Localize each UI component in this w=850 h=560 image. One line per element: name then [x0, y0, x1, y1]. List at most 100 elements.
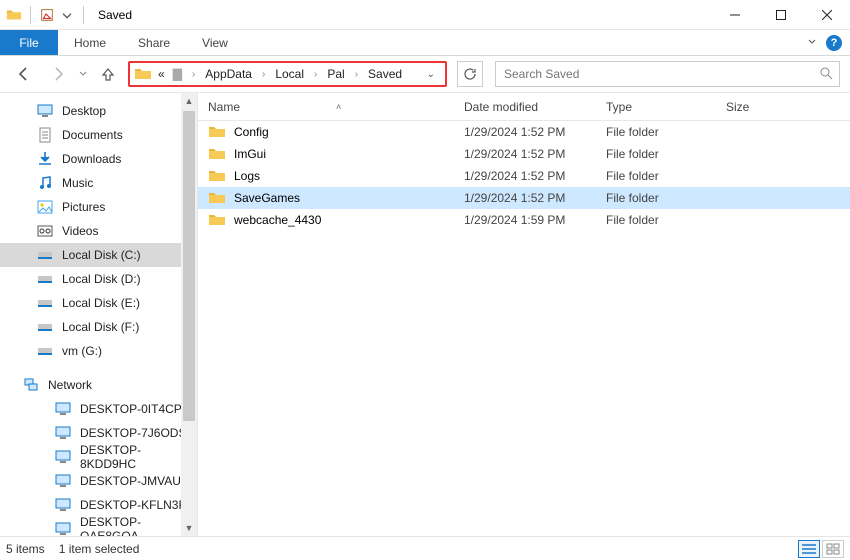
sidebar-item-network[interactable]: Network — [0, 373, 197, 397]
sidebar-item-label: Desktop — [62, 104, 106, 118]
sidebar-item[interactable]: DESKTOP-JMVAU93 — [0, 469, 197, 493]
file-tab[interactable]: File — [0, 30, 58, 55]
table-row[interactable]: webcache_44301/29/2024 1:59 PMFile folde… — [198, 209, 850, 231]
breadcrumb[interactable]: Saved — [366, 67, 404, 81]
sidebar-item-label: Network — [48, 378, 92, 392]
up-button[interactable] — [94, 60, 122, 88]
breadcrumb-ellipsis[interactable]: « — [156, 67, 167, 81]
table-row[interactable]: Logs1/29/2024 1:52 PMFile folder — [198, 165, 850, 187]
column-size[interactable]: Size — [726, 100, 850, 114]
status-count: 5 items — [6, 542, 45, 556]
monitor-icon — [36, 102, 54, 120]
sidebar-item[interactable]: Downloads — [0, 147, 197, 171]
column-date[interactable]: Date modified — [464, 100, 606, 114]
column-name[interactable]: Name ˄ — [198, 100, 464, 114]
table-row[interactable]: SaveGames 1/29/2024 1:52 PMFile folder — [198, 187, 850, 209]
file-name: SaveGames — [234, 191, 300, 205]
sidebar-item[interactable]: Music — [0, 171, 197, 195]
close-button[interactable] — [804, 0, 850, 30]
sidebar-item[interactable]: Desktop — [0, 99, 197, 123]
drive-icon — [36, 270, 54, 288]
breadcrumb[interactable]: AppData — [203, 67, 254, 81]
forward-button[interactable] — [44, 60, 72, 88]
sidebar-item[interactable]: Documents — [0, 123, 197, 147]
sidebar-item[interactable]: vm (G:) — [0, 339, 197, 363]
details-view-button[interactable] — [798, 540, 820, 558]
tab-view[interactable]: View — [186, 30, 244, 55]
back-button[interactable] — [10, 60, 38, 88]
file-type: File folder — [606, 169, 726, 183]
tab-share[interactable]: Share — [122, 30, 186, 55]
sidebar-item[interactable]: Local Disk (C:) — [0, 243, 197, 267]
pc-icon — [54, 424, 72, 442]
sidebar-item[interactable]: DESKTOP-7J6ODSN — [0, 421, 197, 445]
ribbon-chevron-icon[interactable] — [806, 35, 818, 50]
file-list[interactable]: Config1/29/2024 1:52 PMFile folderImGui1… — [198, 121, 850, 536]
pc-icon — [54, 472, 72, 490]
file-date: 1/29/2024 1:52 PM — [464, 125, 606, 139]
sidebar-item[interactable]: Pictures — [0, 195, 197, 219]
breadcrumb[interactable]: Pal — [325, 67, 346, 81]
maximize-button[interactable] — [758, 0, 804, 30]
sidebar-item-label: Music — [62, 176, 93, 190]
sidebar-item[interactable]: Local Disk (F:) — [0, 315, 197, 339]
address-folder-icon — [134, 65, 152, 83]
file-type: File folder — [606, 191, 726, 205]
pc-icon — [54, 448, 72, 466]
file-date: 1/29/2024 1:52 PM — [464, 191, 606, 205]
sort-ascending-icon: ˄ — [336, 102, 341, 112]
file-name: Logs — [234, 169, 260, 183]
sidebar-item[interactable]: Videos — [0, 219, 197, 243]
ribbon: File Home Share View ? — [0, 30, 850, 56]
sidebar-item[interactable]: Local Disk (E:) — [0, 291, 197, 315]
file-type: File folder — [606, 147, 726, 161]
column-type[interactable]: Type — [606, 100, 726, 114]
qat-properties-icon[interactable] — [39, 7, 55, 23]
minimize-button[interactable] — [712, 0, 758, 30]
sidebar-item-label: DESKTOP-KFLN3RC — [80, 498, 196, 512]
sidebar-item-label: Local Disk (C:) — [62, 248, 141, 262]
column-headers[interactable]: Name ˄ Date modified Type Size — [198, 93, 850, 121]
search-icon — [819, 66, 833, 83]
search-box[interactable] — [495, 61, 840, 87]
sidebar-item[interactable]: DESKTOP-8KDD9HC — [0, 445, 197, 469]
help-button[interactable]: ? — [826, 35, 842, 51]
qat-dropdown-icon[interactable] — [59, 7, 75, 23]
search-input[interactable] — [502, 66, 819, 82]
address-bar[interactable]: « ▇ › AppData › Local › Pal › Saved ⌄ — [128, 61, 447, 87]
sidebar-item[interactable]: DESKTOP-OAE8GOA — [0, 517, 197, 536]
refresh-button[interactable] — [457, 61, 483, 87]
sidebar-item[interactable]: Local Disk (D:) — [0, 267, 197, 291]
folder-icon — [208, 123, 226, 141]
chevron-right-icon: › — [188, 69, 199, 80]
sidebar-item-label: Local Disk (D:) — [62, 272, 141, 286]
sidebar-item[interactable]: DESKTOP-KFLN3RC — [0, 493, 197, 517]
address-dropdown-icon[interactable]: ⌄ — [421, 69, 441, 80]
tab-home[interactable]: Home — [58, 30, 122, 55]
nav-scrollbar[interactable]: ▲ ▼ — [181, 93, 197, 536]
pc-icon — [54, 400, 72, 418]
sidebar-item-label: Local Disk (F:) — [62, 320, 139, 334]
sidebar-item-label: Videos — [62, 224, 98, 238]
sidebar-item-label: DESKTOP-JMVAU93 — [80, 474, 194, 488]
image-icon — [36, 198, 54, 216]
file-name: webcache_4430 — [234, 213, 321, 227]
table-row[interactable]: Config1/29/2024 1:52 PMFile folder — [198, 121, 850, 143]
chevron-right-icon: › — [310, 69, 321, 80]
network-icon — [22, 376, 40, 394]
nav-row: « ▇ › AppData › Local › Pal › Saved ⌄ — [0, 56, 850, 92]
window-title: Saved — [98, 8, 132, 22]
folder-icon — [208, 211, 226, 229]
status-bar: 5 items 1 item selected — [0, 536, 850, 560]
sidebar-item[interactable]: DESKTOP-0IT4CP2 — [0, 397, 197, 421]
nav-tree[interactable]: Desktop DocumentsDownloads Music Pictures Vi… — [0, 93, 198, 536]
drive-icon — [36, 318, 54, 336]
doc-icon — [36, 126, 54, 144]
file-type: File folder — [606, 213, 726, 227]
breadcrumb[interactable]: Local — [273, 67, 306, 81]
thumbnails-view-button[interactable] — [822, 540, 844, 558]
recent-dropdown-icon[interactable] — [78, 67, 88, 81]
sidebar-item-label: Pictures — [62, 200, 105, 214]
sidebar-item-label: DESKTOP-8KDD9HC — [80, 443, 197, 471]
table-row[interactable]: ImGui1/29/2024 1:52 PMFile folder — [198, 143, 850, 165]
